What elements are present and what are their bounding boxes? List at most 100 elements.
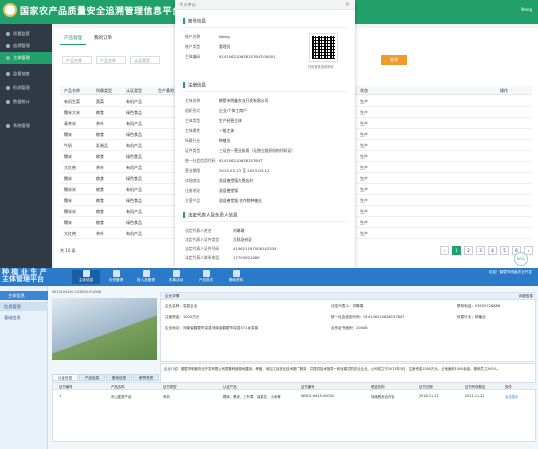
b-nav-subject[interactable]: 主体信息 bbox=[72, 270, 100, 284]
pager-prev[interactable]: ‹ bbox=[440, 246, 449, 255]
sidebar: 质量监管 追溯管理 主体管理 监督抽查 检测管理 数据统计 系统管理 bbox=[0, 24, 52, 268]
farm-photo bbox=[52, 298, 157, 360]
register-row: 注册地址 浚县善堂镇 bbox=[185, 188, 238, 193]
cell-cert: 有机产品 bbox=[126, 231, 142, 236]
account-type-row: 账户类型 管理员 bbox=[185, 44, 231, 49]
qr-code-icon bbox=[309, 33, 338, 62]
b-user[interactable]: 欢迎！鹤壁市明鑫农业开发 bbox=[489, 270, 532, 275]
cell-status: 生产 bbox=[360, 220, 368, 225]
cell-type: 茶叶 bbox=[96, 165, 104, 170]
basic-icon bbox=[232, 270, 240, 277]
b-nav-input[interactable]: 投入品管理 bbox=[132, 270, 160, 284]
cert-table-header: 证书编号 产品名称 证书类型 认证产品 证书编号 颁证机构 证书日期 证书有效期至 操作 bbox=[53, 383, 537, 390]
col-header: 认证产品 bbox=[223, 385, 237, 389]
b-sidebar-item-basic[interactable]: 基础信息 bbox=[0, 313, 48, 322]
b-nav-agri[interactable]: 农资管理 bbox=[102, 270, 130, 284]
b-logo: 种 植 业 生 产 主体管理平台 bbox=[2, 269, 47, 283]
divider bbox=[183, 221, 347, 222]
col-cert: 认证类型 bbox=[126, 88, 142, 93]
sidebar-item-quality[interactable]: 质量监管 bbox=[0, 28, 52, 40]
b-nav-farm[interactable]: 农事活动 bbox=[162, 270, 190, 284]
cell-name: 糯米 bbox=[64, 220, 72, 225]
sidebar-item-system[interactable]: 系统管理 bbox=[0, 120, 52, 132]
info-field: 注册资金：1000万元 bbox=[165, 315, 200, 319]
sidebar-item-stats[interactable]: 数据统计 bbox=[0, 96, 52, 108]
modal-title: 个人中心 bbox=[179, 2, 196, 7]
cell-ctype: 有机 bbox=[163, 395, 170, 399]
subject-icon bbox=[82, 270, 90, 277]
register-row: 所属行业 种植业 bbox=[185, 138, 231, 143]
cell-cert: 有机产品 bbox=[126, 143, 142, 148]
filter-type-input[interactable]: 产品名称 bbox=[96, 56, 126, 64]
cell-name: 糯米 bbox=[64, 154, 72, 159]
pager-page-3[interactable]: 3 bbox=[476, 246, 485, 255]
cell-status: 生产 bbox=[360, 121, 368, 126]
pager-page-1[interactable]: 1 bbox=[452, 246, 461, 255]
detail-button[interactable]: 详细信息 bbox=[519, 294, 533, 299]
cell-type: 粮食 bbox=[96, 154, 104, 159]
account-section-title: 账号信息 bbox=[183, 18, 206, 25]
close-icon[interactable]: × bbox=[345, 1, 350, 8]
cell-name: 糯米 bbox=[64, 132, 72, 137]
cell-name: 糯米米 bbox=[64, 187, 76, 192]
register-section-title: 注册信息 bbox=[183, 82, 206, 89]
user-name[interactable]: Wong bbox=[521, 7, 532, 12]
cell-cert: 绿色食品 bbox=[126, 132, 142, 137]
sidebar-item-inspect[interactable]: 监督抽查 bbox=[0, 68, 52, 80]
tab-base[interactable]: 基地信息 bbox=[106, 374, 132, 381]
cell-type: 茶叶 bbox=[96, 121, 104, 126]
sidebar-item-label: 追溯管理 bbox=[13, 43, 30, 48]
cell-type: 粮食 bbox=[96, 209, 104, 214]
cell-type: 茶叶 bbox=[96, 231, 104, 236]
cell-type: 粮食 bbox=[96, 187, 104, 192]
tab-product[interactable]: 产品信息 bbox=[79, 374, 105, 381]
pager-page-5[interactable]: 5 bbox=[500, 246, 509, 255]
view-link[interactable]: 点击显示 bbox=[505, 394, 519, 399]
tab-honor[interactable]: 荣誉资质 bbox=[133, 374, 159, 381]
cell-cert: 有机产品 bbox=[126, 121, 142, 126]
col-base: 生产基地 bbox=[158, 88, 174, 93]
b-nav-basic[interactable]: 基础资料 bbox=[222, 270, 250, 284]
tab-orders[interactable]: 我的订单 bbox=[90, 32, 116, 44]
tab-products[interactable]: 产品管理 bbox=[60, 32, 86, 45]
cell-status: 生产 bbox=[360, 99, 368, 104]
filter-name-input[interactable]: 产品名称 bbox=[62, 56, 92, 64]
cell-status: 生产 bbox=[360, 165, 368, 170]
cell-expire: 2021-11-21 bbox=[465, 394, 485, 398]
register-row: 主体类型 生产经营主体 bbox=[185, 118, 242, 123]
sidebar-item-label: 检测管理 bbox=[13, 85, 30, 90]
trace-icon bbox=[6, 44, 10, 48]
image-caption: 9010104100-103000-9-0046 bbox=[52, 290, 101, 294]
tab-cert[interactable]: 认证信息 bbox=[52, 374, 78, 381]
sidebar-item-trace[interactable]: 追溯管理 bbox=[0, 40, 52, 52]
sidebar-item-label: 监督抽查 bbox=[13, 71, 30, 76]
b-sidebar-header: 主体信息 bbox=[0, 291, 48, 300]
pager-page-4[interactable]: 4 bbox=[488, 246, 497, 255]
sidebar-item-label: 质量监管 bbox=[13, 31, 30, 36]
cell-type: 乳制品 bbox=[96, 143, 108, 148]
cell-name: 糯米 bbox=[64, 176, 72, 181]
cell-name: 有机生菜 bbox=[64, 99, 80, 104]
b-sidebar-item-info[interactable]: 信息管理 bbox=[0, 302, 48, 311]
query-button[interactable]: 查询 bbox=[381, 55, 407, 65]
b-nav-batch[interactable]: 产品批次 bbox=[192, 270, 220, 284]
filter-cert-select[interactable]: 认证类型 bbox=[130, 56, 160, 64]
cell-date: 2018-11-22 bbox=[419, 394, 439, 398]
pager-page-2[interactable]: 2 bbox=[464, 246, 473, 255]
info-field: 统一社会信用代码：91410621063815784T bbox=[331, 315, 405, 319]
cell-cert: 有机产品 bbox=[126, 165, 142, 170]
cell-cert: 绿色食品 bbox=[126, 220, 142, 225]
legal-row: 法定代表人姓名 刘琳璞 bbox=[185, 228, 245, 233]
cert-table: 证书编号 产品名称 证书类型 认证产品 证书编号 颁证机构 证书日期 证书有效期至 操作 1 东山… bbox=[52, 382, 537, 442]
cell-type: 粮食 bbox=[96, 176, 104, 181]
cell-name: 糯米大米 bbox=[64, 110, 80, 115]
sidebar-item-subject[interactable]: 主体管理 bbox=[0, 52, 52, 64]
inspect-icon bbox=[6, 72, 10, 76]
cell-status: 生产 bbox=[360, 154, 368, 159]
home-icon bbox=[6, 32, 10, 36]
col-name: 产品名称 bbox=[64, 88, 80, 93]
sidebar-item-label: 主体管理 bbox=[13, 55, 30, 60]
sidebar-item-test[interactable]: 检测管理 bbox=[0, 82, 52, 94]
cell-name: 青茶米 bbox=[64, 121, 76, 126]
agri-icon bbox=[112, 270, 120, 277]
